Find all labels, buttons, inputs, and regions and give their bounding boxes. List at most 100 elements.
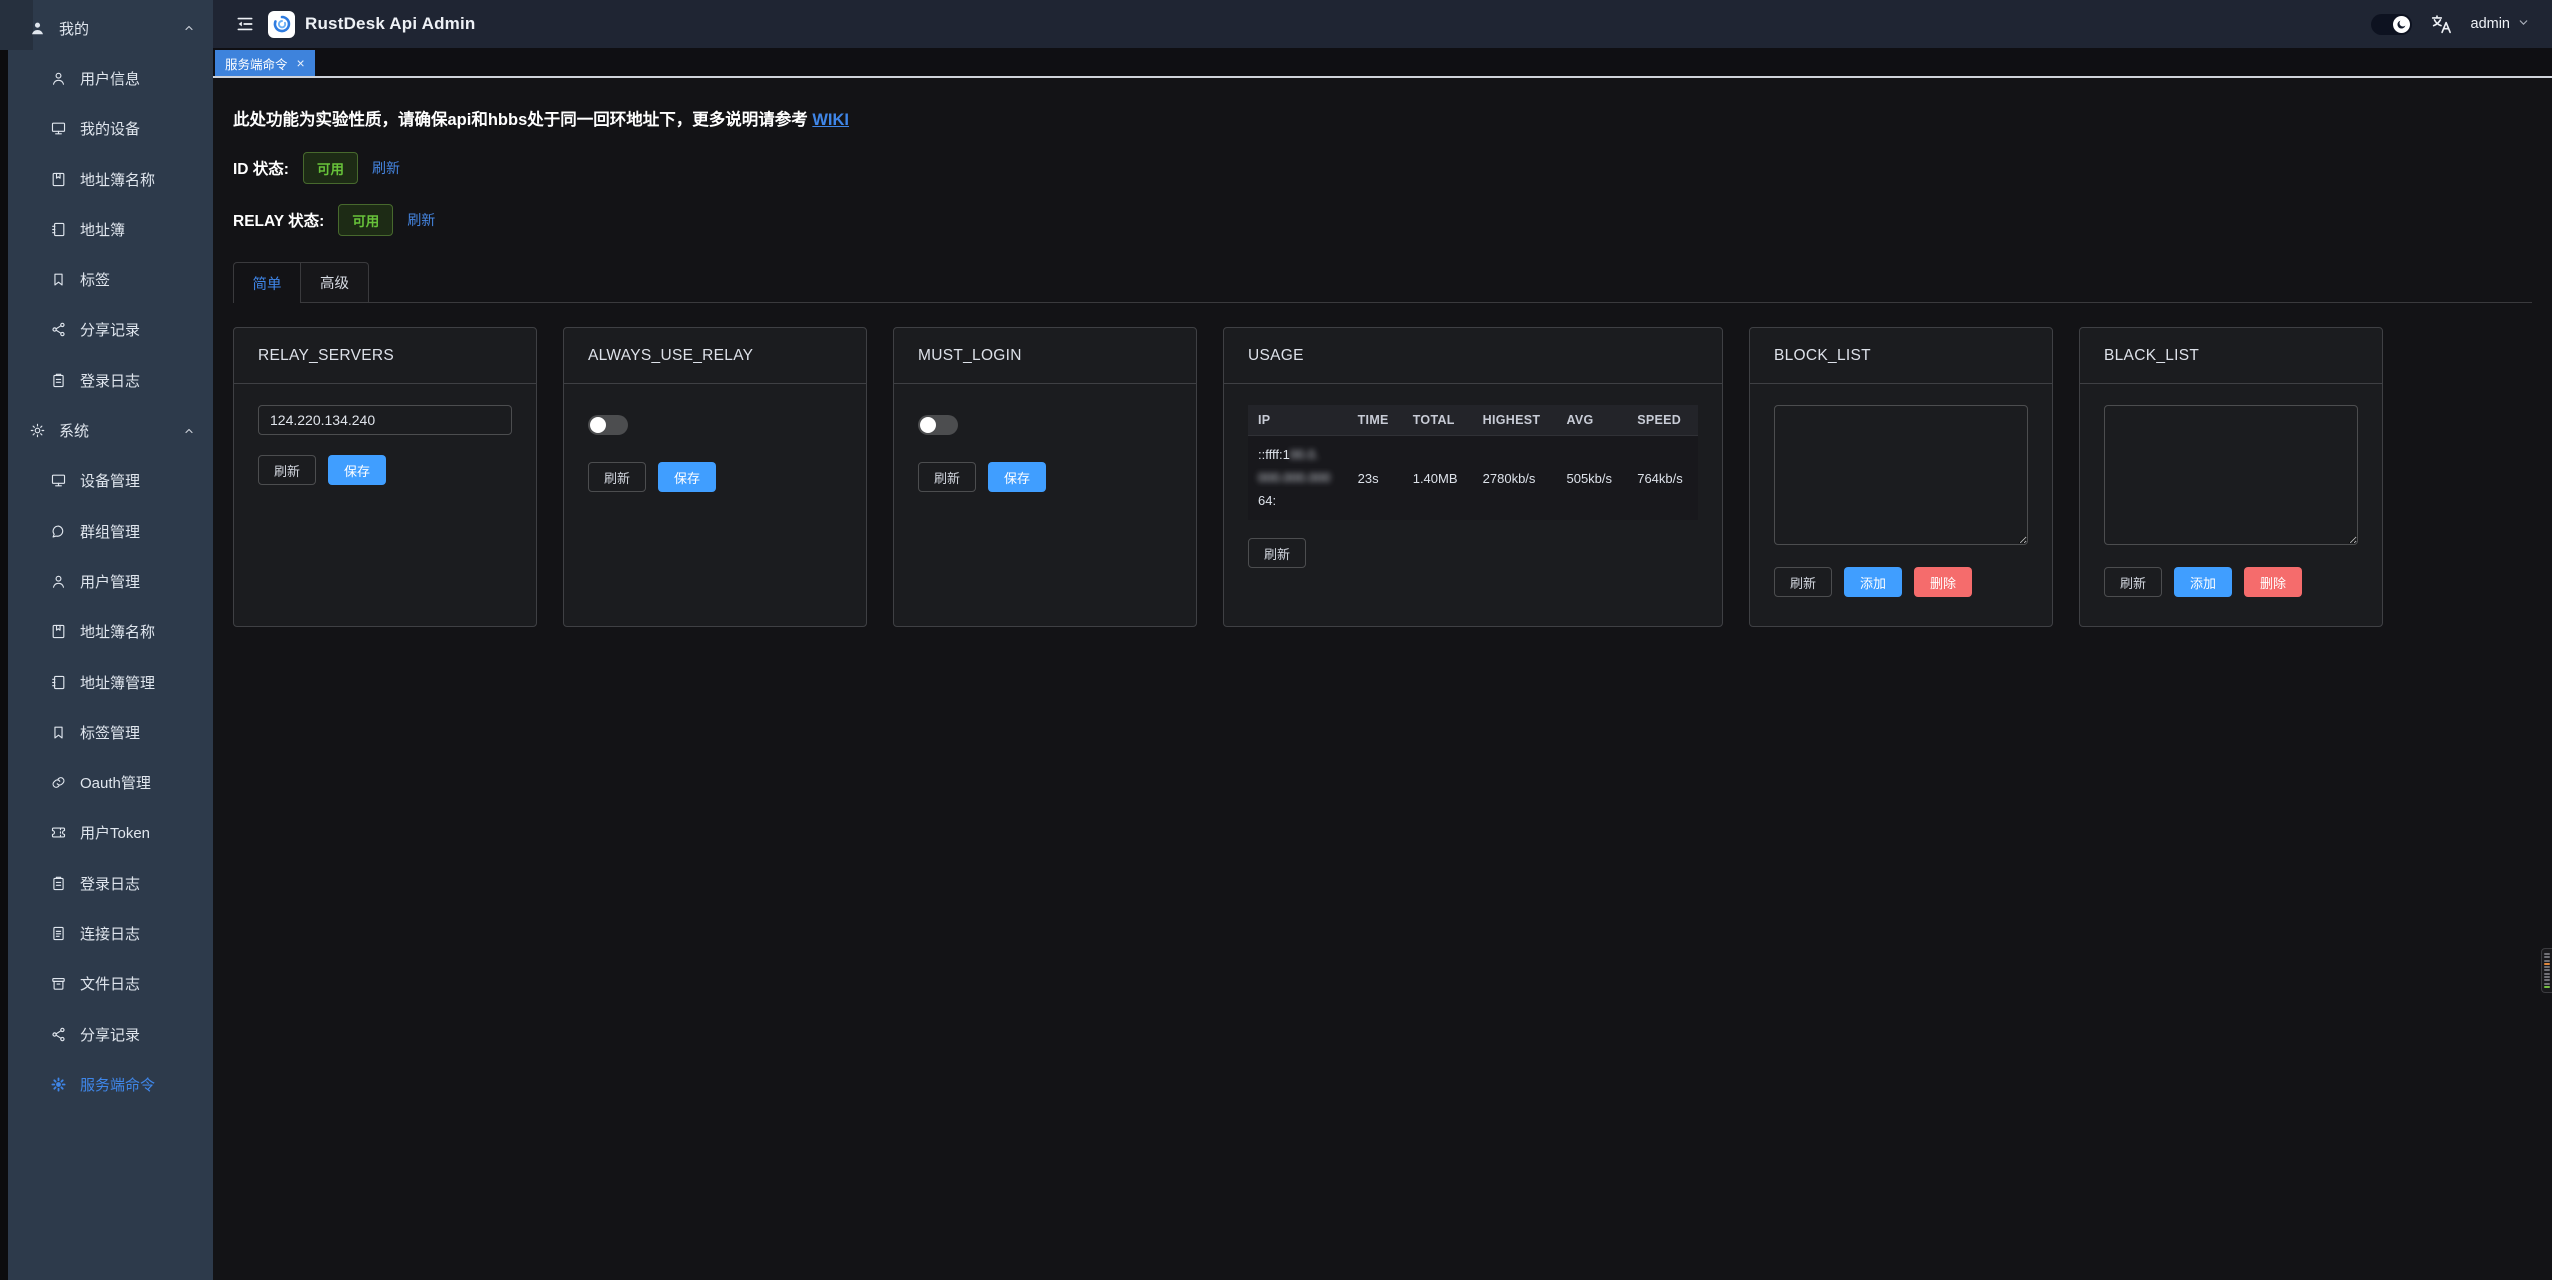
relay-servers-refresh-button[interactable]: 刷新 (258, 455, 316, 485)
card-black-list-title: BLACK_LIST (2080, 328, 2382, 384)
block-list-delete-button[interactable]: 删除 (1914, 567, 1972, 597)
sidebar-section-mine[interactable]: 我的 (0, 3, 213, 53)
sidebar-collapse-icon[interactable] (235, 14, 255, 34)
dark-mode-toggle[interactable] (2371, 14, 2412, 35)
usage-total-cell: 1.40MB (1403, 436, 1473, 521)
usage-col-time: TIME (1348, 405, 1403, 436)
block-list-textarea[interactable] (1774, 405, 2028, 545)
sidebar-item-oauth-management[interactable]: Oauth管理 (0, 757, 213, 807)
box-icon (49, 975, 67, 993)
gear-filled-icon (49, 1075, 67, 1093)
sidebar-item-device-management[interactable]: 设备管理 (0, 456, 213, 506)
sidebar-item-label: 群组管理 (80, 521, 140, 542)
top-header: RustDesk Api Admin admin (213, 0, 2552, 48)
tab-advanced[interactable]: 高级 (301, 262, 369, 302)
relay-servers-input[interactable] (258, 405, 512, 435)
sidebar-item-login-log-admin[interactable]: 登录日志 (0, 858, 213, 908)
sidebar-item-file-log[interactable]: 文件日志 (0, 959, 213, 1009)
usage-time-cell: 23s (1348, 436, 1403, 521)
sidebar-item-user-management[interactable]: 用户管理 (0, 556, 213, 606)
must-login-toggle[interactable] (918, 415, 958, 435)
black-list-textarea[interactable] (2104, 405, 2358, 545)
sidebar-item-address-book-management[interactable]: 地址簿管理 (0, 657, 213, 707)
sidebar-item-address-book-name-admin[interactable]: 地址簿名称 (0, 607, 213, 657)
sidebar-item-label: 我的设备 (80, 118, 140, 139)
id-status-label: ID 状态: (233, 157, 289, 179)
always-use-relay-refresh-button[interactable]: 刷新 (588, 462, 646, 492)
id-refresh-link[interactable]: 刷新 (372, 158, 400, 178)
sidebar-item-login-log[interactable]: 登录日志 (0, 355, 213, 405)
sidebar-item-label: 地址簿管理 (80, 672, 155, 693)
sidebar-item-address-book-name[interactable]: 地址簿名称 (0, 154, 213, 204)
app-title: RustDesk Api Admin (305, 14, 475, 34)
pages-tabbar: 服务端命令 × (213, 48, 2552, 78)
notebook-icon (49, 220, 67, 238)
username: admin (2471, 16, 2511, 32)
page-content: 此处功能为实验性质，请确保api和hbbs处于同一回环地址下，更多说明请参考 W… (213, 78, 2552, 1280)
must-login-refresh-button[interactable]: 刷新 (918, 462, 976, 492)
black-list-add-button[interactable]: 添加 (2174, 567, 2232, 597)
usage-refresh-button[interactable]: 刷新 (1248, 538, 1306, 568)
id-status-badge: 可用 (303, 152, 358, 184)
scroll-minimap-widget (2541, 948, 2552, 993)
relay-status-row: RELAY 状态: 可用 刷新 (233, 204, 2532, 236)
collection-icon (49, 170, 67, 188)
toggle-knob (920, 417, 936, 433)
block-list-add-button[interactable]: 添加 (1844, 567, 1902, 597)
always-use-relay-save-button[interactable]: 保存 (658, 462, 716, 492)
id-status-row: ID 状态: 可用 刷新 (233, 152, 2532, 184)
app-frame: 我的用户信息我的设备地址簿名称地址簿标签分享记录登录日志系统设备管理群组管理用户… (0, 0, 2552, 1280)
relay-refresh-link[interactable]: 刷新 (407, 210, 435, 230)
card-must-login-title: MUST_LOGIN (894, 328, 1196, 384)
always-use-relay-toggle[interactable] (588, 415, 628, 435)
mode-tabs: 简单 高级 (233, 262, 2532, 303)
usage-speed-cell: 764kb/s (1627, 436, 1698, 521)
wiki-link[interactable]: WIKI (812, 111, 849, 129)
relay-servers-save-button[interactable]: 保存 (328, 455, 386, 485)
usage-avg-cell: 505kb/s (1556, 436, 1627, 521)
must-login-save-button[interactable]: 保存 (988, 462, 1046, 492)
ticket-icon (49, 824, 67, 842)
notice-text: 此处功能为实验性质，请确保api和hbbs处于同一回环地址下，更多说明请参考 (233, 111, 812, 129)
user-menu[interactable]: admin (2471, 16, 2531, 33)
sidebar-item-label: 地址簿名称 (80, 169, 155, 190)
sidebar-section-system[interactable]: 系统 (0, 405, 213, 455)
card-usage-title: USAGE (1224, 328, 1722, 384)
experimental-notice: 此处功能为实验性质，请确保api和hbbs处于同一回环地址下，更多说明请参考 W… (233, 106, 2532, 130)
black-list-refresh-button[interactable]: 刷新 (2104, 567, 2162, 597)
tab-simple[interactable]: 简单 (233, 262, 301, 303)
collection-icon (49, 623, 67, 641)
cards-row: RELAY_SERVERS 刷新 保存 ALWAYS_USE_RELAY (233, 327, 2532, 627)
sidebar-item-share-records[interactable]: 分享记录 (0, 305, 213, 355)
usage-col-highest: HIGHEST (1473, 405, 1557, 436)
ip-prefix: ::ffff:1 (1258, 447, 1290, 462)
sidebar-menu: 我的用户信息我的设备地址簿名称地址簿标签分享记录登录日志系统设备管理群组管理用户… (0, 0, 213, 1110)
sidebar-item-tags[interactable]: 标签 (0, 254, 213, 304)
page-tab-label: 服务端命令 (225, 54, 288, 73)
black-list-delete-button[interactable]: 删除 (2244, 567, 2302, 597)
sidebar-item-tag-management[interactable]: 标签管理 (0, 707, 213, 757)
page-tab-server-command[interactable]: 服务端命令 × (215, 50, 315, 76)
block-list-refresh-button[interactable]: 刷新 (1774, 567, 1832, 597)
sidebar-item-my-devices[interactable]: 我的设备 (0, 104, 213, 154)
sidebar-item-server-command[interactable]: 服务端命令 (0, 1059, 213, 1109)
monitor-icon (49, 120, 67, 138)
usage-col-avg: AVG (1556, 405, 1627, 436)
sidebar-item-user-info[interactable]: 用户信息 (0, 53, 213, 103)
sidebar-item-address-book[interactable]: 地址簿 (0, 204, 213, 254)
sidebar-item-label: 设备管理 (80, 470, 140, 491)
chevron-down-icon (2517, 16, 2530, 33)
sidebar-item-connection-log[interactable]: 连接日志 (0, 908, 213, 958)
sidebar-item-label: 登录日志 (80, 370, 140, 391)
sidebar-item-label: 文件日志 (80, 973, 140, 994)
sidebar-item-user-token[interactable]: 用户Token (0, 808, 213, 858)
sidebar-item-share-records-admin[interactable]: 分享记录 (0, 1009, 213, 1059)
sidebar-item-group-management[interactable]: 群组管理 (0, 506, 213, 556)
document-icon (49, 924, 67, 942)
close-icon[interactable]: × (297, 56, 305, 70)
sidebar-item-label: 登录日志 (80, 873, 140, 894)
language-icon[interactable] (2430, 13, 2453, 36)
card-always-use-relay: ALWAYS_USE_RELAY 刷新 保存 (563, 327, 867, 627)
sidebar-item-label: 用户Token (80, 822, 150, 843)
monitor-icon (49, 472, 67, 490)
